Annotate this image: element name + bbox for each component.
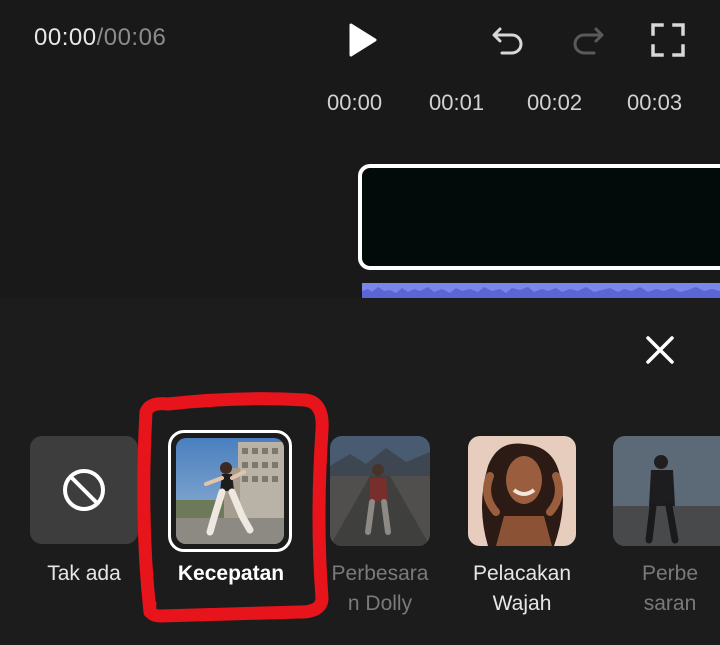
label-line: Perbe (641, 562, 699, 585)
play-button[interactable] (340, 18, 384, 62)
effect-perbesaran-dolly-label: Perbesara n Dolly (324, 559, 436, 619)
label-line: Perbesara (331, 562, 429, 585)
play-icon (349, 23, 377, 57)
time-separator: / (96, 24, 104, 51)
tick-label: 00:00 (327, 90, 383, 115)
effect-pelacakan-wajah[interactable] (468, 436, 576, 546)
effect-thumbnail (176, 438, 284, 544)
label-line: Pelacakan (472, 562, 572, 585)
effect-perbesaran-dolly[interactable] (330, 436, 430, 546)
label-line: saran (643, 592, 697, 615)
close-icon (646, 336, 674, 364)
effect-perbesaran[interactable] (613, 436, 720, 546)
close-button[interactable] (638, 328, 682, 372)
timeline-ruler: 00:00 00:01 00:02 00:03 (0, 90, 720, 120)
effect-kecepatan-label: Kecepatan (177, 562, 285, 585)
effect-none-label: Tak ada (47, 562, 121, 585)
effect-pelacakan-wajah-label: Pelacakan Wajah (454, 559, 590, 619)
undo-icon (492, 27, 523, 55)
redo-button[interactable] (566, 20, 610, 60)
tick-label: 00:03 (627, 90, 683, 115)
current-time: 00:00 (34, 24, 97, 51)
effect-kecepatan[interactable] (168, 430, 292, 552)
effect-perbesaran-label: Perbe saran (630, 559, 710, 619)
fullscreen-button[interactable] (646, 20, 690, 60)
total-time: 00:06 (103, 24, 167, 51)
zoom-thumbnail (613, 436, 720, 546)
video-clip[interactable] (358, 164, 720, 270)
dolly-thumbnail (330, 436, 430, 546)
tick-label: 00:01 (429, 90, 485, 115)
none-icon (63, 469, 105, 511)
face-tracking-thumbnail (468, 436, 576, 546)
label-line: n Dolly (347, 592, 413, 615)
dancer-thumbnail (176, 438, 284, 544)
playback-time: 00:00/00:06 (34, 24, 166, 52)
tick-label: 00:02 (527, 90, 583, 115)
label-line: Wajah (492, 592, 552, 615)
fullscreen-icon (651, 23, 685, 57)
redo-icon (573, 27, 604, 55)
undo-button[interactable] (486, 20, 530, 60)
effect-none[interactable] (30, 436, 138, 544)
